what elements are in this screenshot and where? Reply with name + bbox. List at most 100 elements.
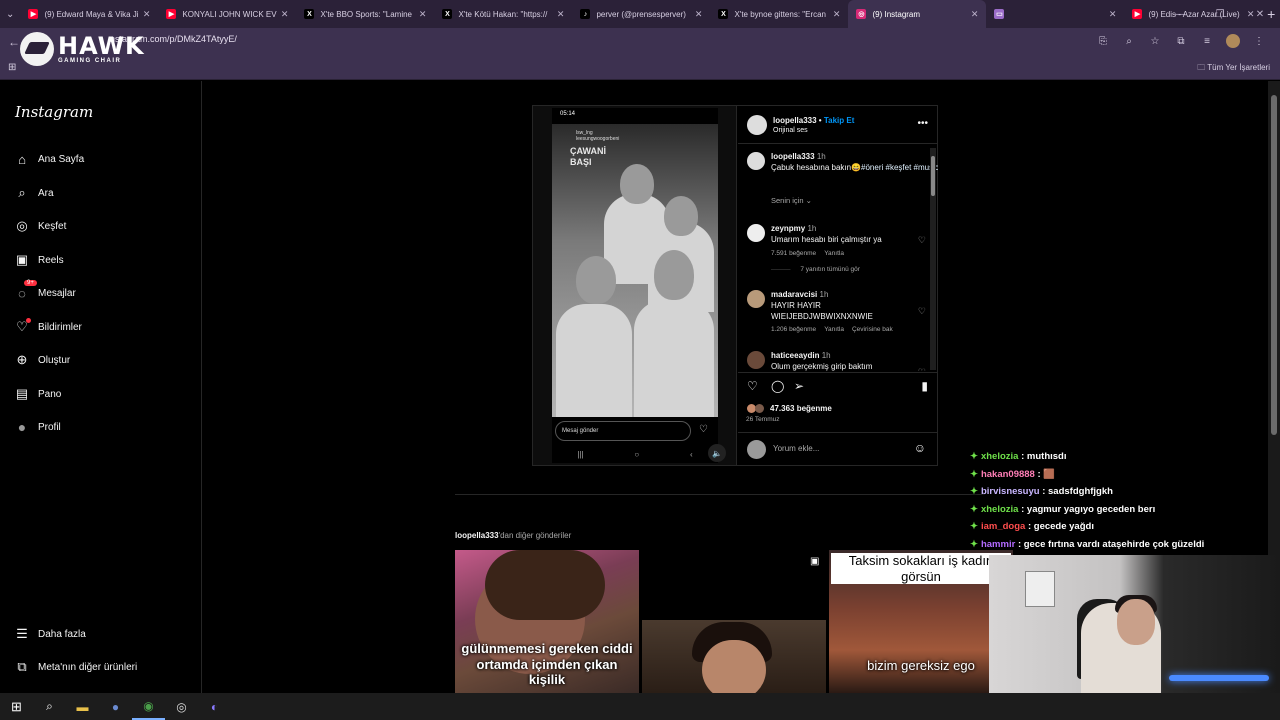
tab-close-icon[interactable]: ✕ [1109,9,1117,20]
comment-username[interactable]: haticeeaydin [771,351,819,360]
zoom-icon[interactable]: ⌕ [1122,34,1136,48]
browser-tab[interactable]: ▶ KONYALI JOHN WICK EVDE ✕ [158,0,296,28]
comment-likes[interactable]: 1.206 beğenme [771,326,816,333]
dashboard-icon: ▤ [15,386,29,401]
sound-icon[interactable]: 🔈 [708,444,726,462]
inner-sub: leesungwoogorbeni [576,136,620,142]
nav-item-bildirimler[interactable]: ♡ Bildirimler [14,318,82,335]
tab-close-icon[interactable]: ✕ [143,9,151,20]
nav-item-reels[interactable]: ▣ Reels [14,252,64,268]
bookmark-star-icon[interactable]: ☆ [1148,34,1162,48]
nav-item-pano[interactable]: ▤ Pano [14,386,62,402]
file-explorer-icon[interactable]: ▬ [66,693,99,720]
search-icon[interactable]: ⌕ [33,693,66,720]
compass-icon: ◎ [16,218,28,233]
comments-scrollbar[interactable] [930,148,936,370]
post-thumbnail[interactable] [642,620,826,693]
restore-icon[interactable]: ❐ [1200,9,1240,20]
discord-icon[interactable]: ◐ [198,693,231,720]
nav-item-meta[interactable]: ⧉ Meta'nın diğer ürünleri [14,659,137,675]
app-icon[interactable]: ● [99,693,132,720]
browser-tab[interactable]: ◎ (9) Instagram ✕ [848,0,987,28]
tab-close-icon[interactable]: ✕ [419,9,427,20]
caption-tags[interactable]: #öneri #keşfet #music [861,163,938,172]
nav-item-ana-sayfa[interactable]: ⌂ Ana Sayfa [14,151,84,167]
tab-favicon-icon: ▶ [1132,9,1143,19]
comment-icon[interactable]: ◯ [771,379,784,393]
like-icon[interactable]: ♡ [747,379,758,393]
apps-grid-icon[interactable]: ⊞ [8,62,16,73]
save-icon[interactable]: ▮ [921,379,928,393]
meta-icon: ⧉ [17,659,27,674]
audio-label[interactable]: Orijinal ses [773,127,808,134]
caption-avatar[interactable] [747,152,765,170]
all-bookmarks[interactable]: 🗀 Tüm Yer İşaretleri [1197,62,1270,76]
menu-icon[interactable]: ⋮ [1252,34,1266,48]
for-you-filter[interactable]: Senin için ⌄ [771,196,938,205]
browser-tab[interactable]: ♪ perver (@prensesperver) ✕ [572,0,710,28]
browser-tab[interactable]: X X'te BBO Sports: "Lamine ✕ [296,0,434,28]
obs-icon[interactable]: ◎ [165,693,198,720]
nav-item-mesajlar[interactable]: ◌ 9+ Mesajlar [14,280,76,301]
browser-tab[interactable]: X X'te Kötü Hakan: "https:// ✕ [434,0,572,28]
emoji-icon[interactable]: ☺ [914,441,926,455]
close-icon[interactable]: ✕ [1240,9,1280,20]
tab-title: (9) Instagram [872,9,921,19]
tab-search-button[interactable]: ⌄ [0,0,20,28]
tab-close-icon[interactable]: ✕ [971,9,979,20]
instagram-logo[interactable]: Instagram [15,103,93,121]
tab-close-icon[interactable]: ✕ [833,9,841,20]
view-replies-button[interactable]: 7 yanıtın tümünü gör [800,266,860,273]
profile-avatar[interactable] [1226,34,1240,48]
more-posts-username[interactable]: loopella333 [455,531,499,540]
post-thumbnail[interactable]: gülünmemesi gereken ciddi ortamda içimde… [455,550,639,693]
nav-item-keşfet[interactable]: ◎ Keşfet [14,218,66,234]
translate-button[interactable]: Çevirisine bak [852,326,893,333]
author-avatar[interactable] [747,115,767,135]
caption-username[interactable]: loopella333 [771,152,815,161]
extensions-icon[interactable]: ⧉ [1174,34,1188,48]
commenter-avatar[interactable] [747,290,765,308]
comment-likes[interactable]: 7.591 beğenme [771,250,816,257]
tab-close-icon[interactable]: ✕ [557,9,565,20]
like-count[interactable]: 47.363 beğenme [770,404,832,413]
more-options-icon[interactable]: ••• [917,118,928,129]
section-divider [455,494,985,495]
author-username[interactable]: loopella333 [773,116,817,125]
nav-item-oluştur[interactable]: ⊕ Oluştur [14,352,71,368]
follow-button[interactable]: Takip Et [824,116,855,125]
comment-time: 1h [819,290,829,299]
browser-tab[interactable]: ▭ ✕ [986,0,1124,28]
reply-button[interactable]: Yanıtla [824,326,844,333]
browser-tab[interactable]: ▶ (9) Edward Maya & Vika Jigulina ✕ [20,0,158,28]
tab-close-icon[interactable]: ✕ [281,9,289,20]
post-media[interactable]: 05:14 lsw_lng leesungwoogorbeni ÇAWANİ BAŞ… [533,106,737,465]
media-icon[interactable]: ≡ [1200,34,1214,48]
commenter-avatar[interactable] [747,351,765,369]
commenter-avatar[interactable] [747,224,765,242]
comment-like-icon[interactable]: ♡ [918,306,926,317]
nav-item-profil[interactable]: ● Profil [14,419,61,435]
for-you-label: Senin için [771,196,804,205]
chrome-icon[interactable]: ◉ [132,693,165,720]
comment-like-icon[interactable]: ♡ [918,367,926,371]
nav-item-ara[interactable]: ⌕ Ara [14,185,53,201]
nav-label: Mesajlar [38,287,76,299]
comment-like-icon[interactable]: ♡ [918,235,926,246]
windows-start-icon[interactable]: ⊞ [0,693,33,720]
reply-button[interactable]: Yanıtla [824,250,844,257]
tab-close-icon[interactable]: ✕ [695,9,703,20]
comment-input[interactable]: Yorum ekle... [773,444,819,453]
post-thumbnail[interactable]: Taksim sokakları iş kadın görsün bizim g… [829,550,1013,693]
browser-tab[interactable]: X X'te bynoe gittens: "Ercan ✕ [710,0,848,28]
minimize-icon[interactable]: — [1160,9,1200,20]
chat-text: : 🟫 [1037,468,1056,480]
share-icon[interactable]: ➢ [794,379,804,393]
chat-message: ✦ hammir : gece fırtına vardı ataşehirde … [970,539,1270,557]
comment-username[interactable]: madaravcisi [771,290,817,299]
install-icon[interactable]: ⎘ [1096,34,1110,48]
comment-username[interactable]: zeynpmy [771,224,805,233]
chat-text: : gecede yağdı [1027,521,1094,533]
nav-item-menu[interactable]: ☰ Daha fazla [14,626,86,642]
inner-username: lsw_lng leesungwoogorbeni [576,130,619,142]
